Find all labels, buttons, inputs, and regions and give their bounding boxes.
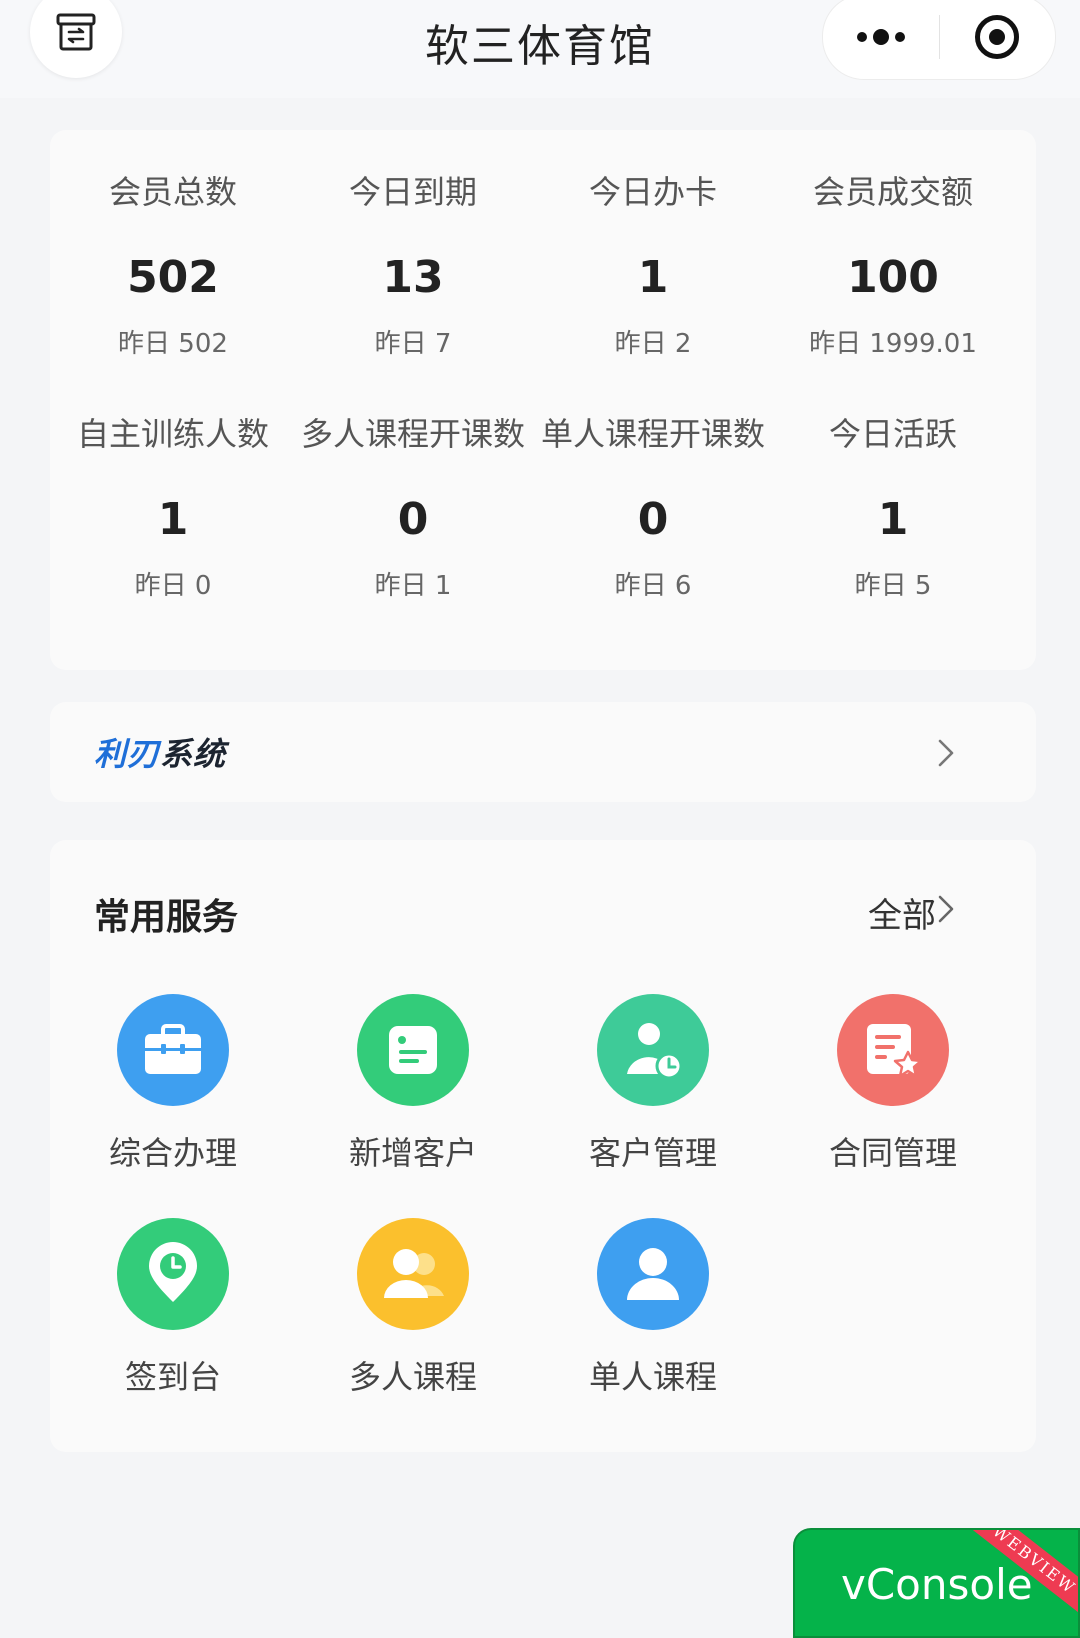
target-circle-icon (975, 15, 1020, 59)
service-label: 客户管理 (588, 1134, 717, 1172)
stat-yesterday: 昨日 6 (614, 571, 692, 601)
more-button[interactable] (823, 0, 939, 79)
group-users-icon (357, 1218, 469, 1330)
service-label: 综合办理 (108, 1134, 237, 1172)
stat-value: 1 (157, 494, 189, 545)
stat-value: 0 (397, 494, 429, 545)
stat-label: 单人课程开课数 (540, 415, 765, 453)
chevron-right-icon (938, 895, 954, 923)
service-new-customer[interactable]: 新增客户 (290, 994, 536, 1174)
service-group-class[interactable]: 多人课程 (290, 1218, 536, 1398)
more-dots-icon (856, 29, 905, 45)
stat-active-today[interactable]: 今日活跃 1 昨日 5 (770, 412, 1016, 604)
service-general[interactable]: 综合办理 (50, 994, 296, 1174)
stat-single-classes[interactable]: 单人课程开课数 0 昨日 6 (530, 412, 776, 604)
service-label: 单人课程 (588, 1358, 717, 1396)
stat-member-total[interactable]: 会员总数 502 昨日 502 (50, 170, 296, 362)
document-list-icon (357, 994, 469, 1106)
stat-value: 100 (847, 252, 939, 303)
stat-value: 0 (637, 494, 669, 545)
stat-label: 自主训练人数 (76, 415, 269, 453)
service-single-class[interactable]: 单人课程 (530, 1218, 776, 1398)
stat-expiring-today[interactable]: 今日到期 13 昨日 7 (290, 170, 536, 362)
stat-label: 今日到期 (348, 173, 477, 211)
view-all-link[interactable]: 全部 (868, 888, 936, 937)
stat-group-classes[interactable]: 多人课程开课数 0 昨日 1 (290, 412, 536, 604)
stat-yesterday: 昨日 502 (118, 329, 228, 359)
stat-label: 今日活跃 (828, 415, 957, 453)
brand-logo: 利刃系统 (94, 729, 226, 775)
brand-logo-part1: 利刃 (94, 735, 161, 773)
view-all-label: 全部 (868, 896, 936, 936)
stat-yesterday: 昨日 1999.01 (809, 329, 977, 359)
service-label: 多人课程 (348, 1358, 477, 1396)
stat-cards-today[interactable]: 今日办卡 1 昨日 2 (530, 170, 776, 362)
service-label: 签到台 (124, 1358, 221, 1396)
section-title: 常用服务 (94, 897, 239, 938)
mini-program-capsule (822, 0, 1056, 80)
stat-yesterday: 昨日 2 (614, 329, 692, 359)
stat-label: 会员总数 (108, 173, 237, 211)
chevron-right-icon (938, 739, 954, 767)
stat-yesterday: 昨日 1 (374, 571, 452, 601)
stat-label: 多人课程开课数 (300, 415, 525, 453)
service-customer-management[interactable]: 客户管理 (530, 994, 776, 1174)
service-check-in[interactable]: 签到台 (50, 1218, 296, 1398)
brand-banner[interactable]: 利刃系统 (50, 702, 1036, 802)
service-label: 合同管理 (828, 1134, 957, 1172)
stat-label: 会员成交额 (812, 173, 973, 211)
stats-card: 会员总数 502 昨日 502 今日到期 13 昨日 7 今日办卡 1 昨日 2… (50, 130, 1036, 670)
stat-value: 502 (127, 252, 219, 303)
stat-value: 1 (637, 252, 669, 303)
single-user-icon (597, 1218, 709, 1330)
briefcase-icon (117, 994, 229, 1106)
vconsole-label: vConsole (841, 1560, 1033, 1609)
common-services-card: 常用服务 全部 综合办理 新增客户 客户管理 合同管理 签到台 多人课程 单人课… (50, 840, 1036, 1452)
stat-yesterday: 昨日 0 (134, 571, 212, 601)
vconsole-button[interactable]: vConsole WEBVIEW (793, 1528, 1080, 1638)
stat-label: 今日办卡 (588, 173, 717, 211)
close-button[interactable] (940, 0, 1056, 79)
stat-yesterday: 昨日 7 (374, 329, 452, 359)
stat-member-revenue[interactable]: 会员成交额 100 昨日 1999.01 (770, 170, 1016, 362)
brand-logo-part2: 系统 (160, 735, 227, 773)
service-contract-management[interactable]: 合同管理 (770, 994, 1016, 1174)
service-label: 新增客户 (348, 1134, 477, 1172)
nav-bar: 软三体育馆 (0, 0, 1080, 98)
contract-star-icon (837, 994, 949, 1106)
location-clock-icon (117, 1218, 229, 1330)
user-clock-icon (597, 994, 709, 1106)
stat-value: 1 (877, 494, 909, 545)
stat-value: 13 (382, 252, 444, 303)
stat-self-training[interactable]: 自主训练人数 1 昨日 0 (50, 412, 296, 604)
stat-yesterday: 昨日 5 (854, 571, 932, 601)
